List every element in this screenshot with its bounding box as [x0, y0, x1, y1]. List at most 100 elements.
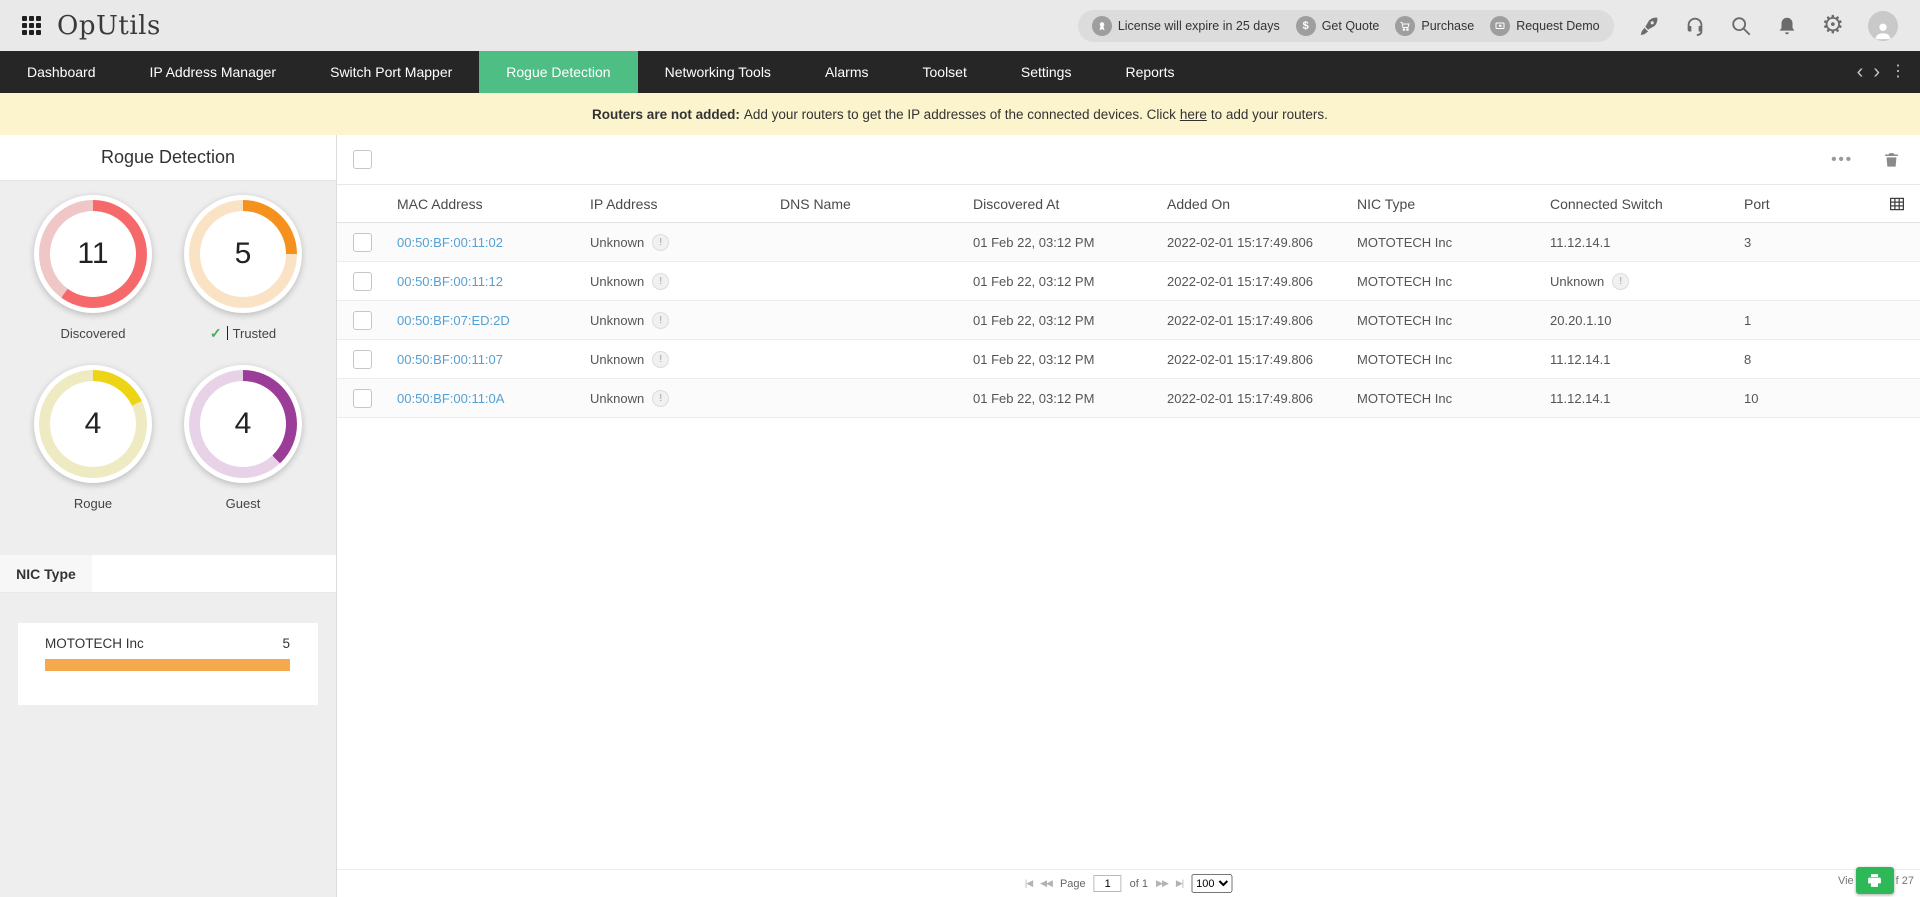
tab-rogue-detection[interactable]: Rogue Detection [479, 51, 638, 93]
table-row[interactable]: 00:50:BF:00:11:12 Unknown! 01 Feb 22, 03:1… [337, 262, 1920, 301]
column-header-port[interactable]: Port [1744, 196, 1844, 212]
nic-vendor-count: 5 [282, 636, 290, 651]
rogue-devices-panel: ••• MAC Address IP Address DNS Name Disc… [337, 135, 1920, 897]
page-label: Page [1059, 877, 1086, 890]
row-checkbox[interactable] [353, 388, 372, 408]
status-chart-trusted[interactable]: 5 ✓ Trusted [184, 195, 302, 341]
more-options-button[interactable]: ••• [1831, 151, 1853, 168]
nav-tabs: Dashboard IP Address Manager Switch Port M… [0, 51, 1201, 93]
chart-value: 5 [200, 211, 286, 297]
table-row[interactable]: 00:50:BF:00:11:07 Unknown! 01 Feb 22, 03:1… [337, 340, 1920, 379]
info-icon[interactable]: ! [652, 350, 670, 368]
info-icon[interactable]: ! [652, 233, 670, 251]
table-row[interactable]: 00:50:BF:00:11:0A Unknown! 01 Feb 22, 03:1… [337, 379, 1920, 418]
first-page-button[interactable]: |◀ [1025, 878, 1033, 889]
rocket-icon[interactable] [1638, 15, 1660, 37]
chart-label: Discovered [60, 325, 126, 341]
cell-connected-switch: Unknown! [1550, 272, 1744, 290]
delete-trash-icon[interactable] [1883, 151, 1900, 168]
cell-nic-type: MOTOTECH Inc [1357, 312, 1453, 328]
mac-address-link[interactable]: 00:50:BF:00:11:02 [397, 235, 503, 250]
table-row[interactable]: 00:50:BF:00:11:02 Unknown! 01 Feb 22, 03:1… [337, 223, 1920, 262]
column-header-dns[interactable]: DNS Name [780, 196, 973, 212]
demo-screen-icon [1490, 15, 1511, 36]
cell-added-on: 2022-02-01 15:17:49.806 [1167, 390, 1314, 406]
cell-discovered-at: 01 Feb 22, 03:12 PM [973, 312, 1095, 328]
page-number-input[interactable] [1093, 875, 1122, 892]
license-badge-icon [1091, 15, 1112, 36]
select-all-checkbox[interactable] [353, 150, 372, 169]
settings-gear-icon[interactable]: ⚙ [1822, 13, 1844, 38]
last-page-button[interactable]: ▶| [1176, 878, 1184, 889]
mac-address-link[interactable]: 00:50:BF:00:11:12 [397, 274, 503, 289]
tab-networking-tools[interactable]: Networking Tools [638, 51, 798, 93]
cell-connected-switch: 11.12.14.1 [1550, 351, 1611, 367]
column-header-discovered[interactable]: Discovered At [973, 196, 1167, 212]
nav-prev-button[interactable]: ‹ [1857, 62, 1864, 82]
request-demo-button[interactable]: Request Demo [1490, 15, 1600, 36]
column-header-ip[interactable]: IP Address [590, 196, 780, 212]
info-icon[interactable]: ! [652, 389, 670, 407]
tab-alarms[interactable]: Alarms [798, 51, 896, 93]
app-header: OpUtils License will expire in 25 days $… [0, 0, 1920, 51]
status-chart-rogue[interactable]: 4 Rogue [34, 365, 152, 511]
tab-switch-port-mapper[interactable]: Switch Port Mapper [303, 51, 479, 93]
column-header-nictype[interactable]: NIC Type [1357, 196, 1550, 212]
nav-controls: ‹ › ⋮ [1857, 51, 1920, 93]
tab-reports[interactable]: Reports [1098, 51, 1201, 93]
donut-ring: 4 [34, 365, 152, 483]
table-footer: |◀ ◀◀ Page of 1 ▶▶ ▶| 100 Vie f 27 [337, 867, 1920, 897]
notifications-bell-icon[interactable] [1776, 15, 1798, 37]
purchase-button[interactable]: Purchase [1395, 15, 1474, 36]
apps-grid-icon[interactable] [22, 16, 41, 35]
next-page-button[interactable]: ▶▶ [1156, 878, 1169, 889]
cell-port: 10 [1744, 390, 1759, 406]
row-checkbox[interactable] [353, 271, 372, 291]
status-chart-guest[interactable]: 4 Guest [184, 365, 302, 511]
tab-settings[interactable]: Settings [994, 51, 1099, 93]
chart-label: ✓ Trusted [209, 324, 277, 341]
column-header-added[interactable]: Added On [1167, 196, 1357, 212]
search-icon[interactable] [1730, 15, 1752, 37]
coin-icon: $ [1295, 15, 1316, 36]
support-headset-icon[interactable] [1684, 15, 1706, 37]
row-checkbox[interactable] [353, 310, 372, 330]
tab-dashboard[interactable]: Dashboard [0, 51, 123, 93]
user-avatar[interactable] [1868, 10, 1898, 41]
nic-type-tab[interactable]: NIC Type [0, 555, 92, 592]
cell-connected-switch: 11.12.14.1 [1550, 234, 1611, 250]
column-header-switch[interactable]: Connected Switch [1550, 196, 1744, 212]
column-chooser-icon[interactable] [1888, 195, 1906, 216]
nav-more-button[interactable]: ⋮ [1890, 64, 1906, 80]
banner-bold-text: Routers are not added: [592, 106, 740, 122]
prev-page-button[interactable]: ◀◀ [1040, 878, 1053, 889]
table-row[interactable]: 00:50:BF:07:ED:2D Unknown! 01 Feb 22, 03:1… [337, 301, 1920, 340]
mac-address-link[interactable]: 00:50:BF:00:11:07 [397, 352, 503, 367]
mac-address-link[interactable]: 00:50:BF:00:11:0A [397, 391, 504, 406]
chart-label: Rogue [73, 495, 113, 511]
cell-ip-address: Unknown! [590, 311, 780, 329]
status-chart-discovered[interactable]: 11 Discovered [34, 195, 152, 341]
page-size-select[interactable]: 100 [1191, 874, 1233, 893]
add-routers-link[interactable]: here [1180, 107, 1207, 122]
row-checkbox[interactable] [353, 349, 372, 369]
mac-address-link[interactable]: 00:50:BF:07:ED:2D [397, 313, 510, 328]
info-icon[interactable]: ! [1612, 272, 1630, 290]
text-caret [226, 326, 228, 340]
sidebar-title: Rogue Detection [0, 135, 336, 181]
info-icon[interactable]: ! [652, 272, 670, 290]
cell-added-on: 2022-02-01 15:17:49.806 [1167, 234, 1314, 250]
cell-connected-switch: 11.12.14.1 [1550, 390, 1611, 406]
info-icon[interactable]: ! [652, 311, 670, 329]
cell-nic-type: MOTOTECH Inc [1357, 273, 1453, 289]
table-body: 00:50:BF:00:11:02 Unknown! 01 Feb 22, 03:1… [337, 223, 1920, 418]
cart-icon [1395, 15, 1416, 36]
tab-toolset[interactable]: Toolset [896, 51, 994, 93]
get-quote-button[interactable]: $ Get Quote [1295, 15, 1379, 36]
print-button[interactable] [1855, 867, 1894, 894]
main-nav: Dashboard IP Address Manager Switch Port M… [0, 51, 1920, 93]
nav-next-button[interactable]: › [1873, 62, 1880, 82]
column-header-mac[interactable]: MAC Address [397, 196, 590, 212]
row-checkbox[interactable] [353, 232, 372, 252]
tab-ip-address-manager[interactable]: IP Address Manager [123, 51, 304, 93]
